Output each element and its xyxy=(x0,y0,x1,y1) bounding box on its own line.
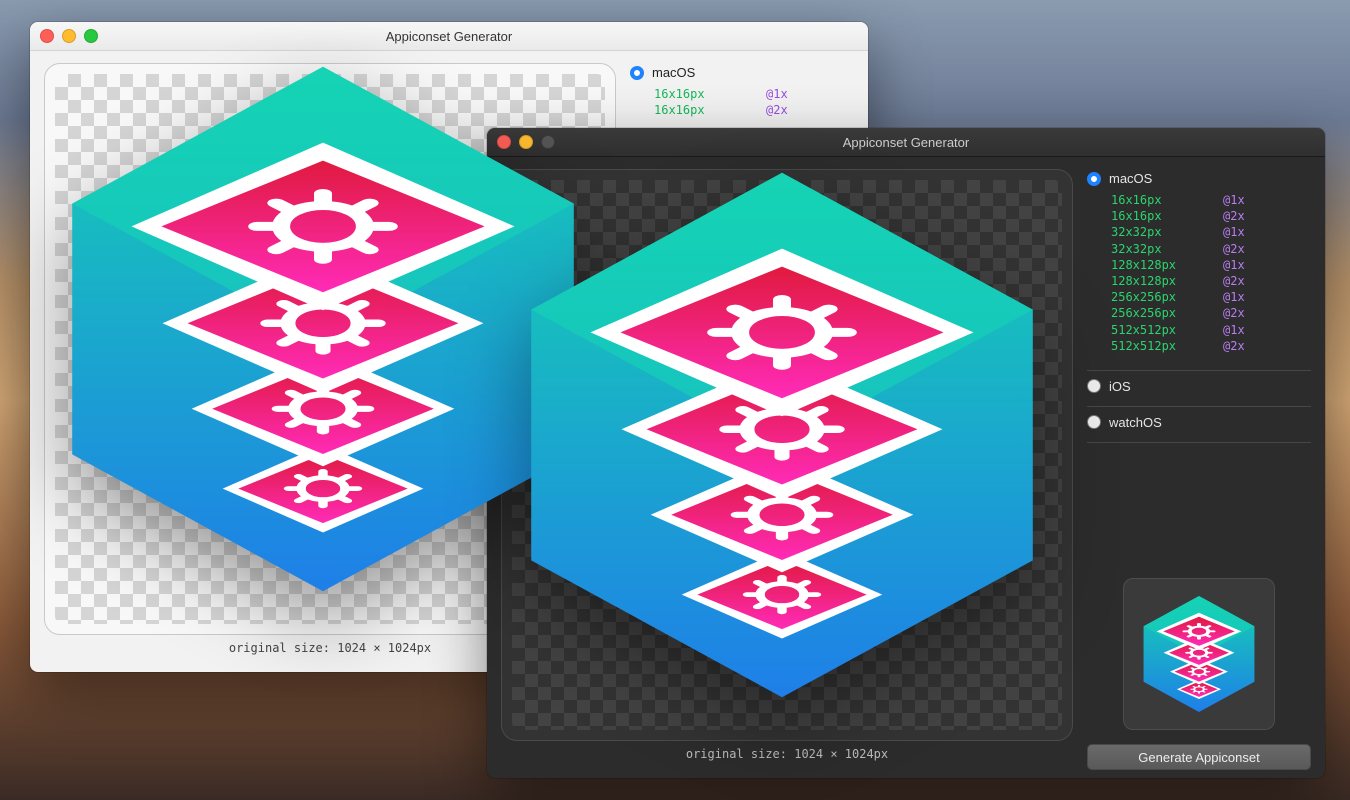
radio-unselected-icon[interactable] xyxy=(1087,379,1101,393)
original-size-caption: original size: 1024 × 1024px xyxy=(229,641,431,655)
scale-value: @2x xyxy=(1223,208,1245,224)
platform-watchos[interactable]: watchOS xyxy=(1087,415,1311,430)
scale-value: @1x xyxy=(1223,322,1245,338)
divider xyxy=(1087,370,1311,371)
size-row: 16x16px @1x xyxy=(654,86,854,102)
scale-value: @2x xyxy=(766,102,788,118)
platform-label: watchOS xyxy=(1109,415,1162,430)
scale-value: @2x xyxy=(1223,305,1245,321)
original-size-caption: original size: 1024 × 1024px xyxy=(686,747,888,761)
platform-macos[interactable]: macOS xyxy=(630,65,854,80)
radio-unselected-icon[interactable] xyxy=(1087,415,1101,429)
window-title: Appiconset Generator xyxy=(487,135,1325,150)
size-row: 512x512px @2x xyxy=(1111,338,1311,354)
scale-value: @2x xyxy=(1223,338,1245,354)
platform-label: macOS xyxy=(1109,171,1152,186)
generate-button[interactable]: Generate Appiconset xyxy=(1087,744,1311,770)
size-value: 16x16px xyxy=(1111,192,1189,208)
size-row: 256x256px @1x xyxy=(1111,289,1311,305)
output-thumbnail xyxy=(1123,578,1275,730)
platform-label: iOS xyxy=(1109,379,1131,394)
size-value: 256x256px xyxy=(1111,289,1189,305)
generate-button-label: Generate Appiconset xyxy=(1138,750,1259,765)
size-value: 512x512px xyxy=(1111,338,1189,354)
size-value: 128x128px xyxy=(1111,257,1189,273)
platform-label: macOS xyxy=(652,65,695,80)
scale-value: @1x xyxy=(1223,289,1245,305)
window-title: Appiconset Generator xyxy=(30,29,868,44)
scale-value: @1x xyxy=(766,86,788,102)
close-icon[interactable] xyxy=(40,29,54,43)
size-row: 256x256px @2x xyxy=(1111,305,1311,321)
size-value: 16x16px xyxy=(654,86,732,102)
app-icon-large xyxy=(497,150,1067,723)
size-row: 128x128px @2x xyxy=(1111,273,1311,289)
size-value: 32x32px xyxy=(1111,224,1189,240)
zoom-icon[interactable] xyxy=(84,29,98,43)
size-row: 32x32px @1x xyxy=(1111,224,1311,240)
app-icon xyxy=(1136,591,1262,717)
size-value: 32x32px xyxy=(1111,241,1189,257)
divider xyxy=(1087,406,1311,407)
scale-value: @1x xyxy=(1223,224,1245,240)
platform-ios[interactable]: iOS xyxy=(1087,379,1311,394)
platform-macos[interactable]: macOS xyxy=(1087,171,1311,186)
size-row: 16x16px @2x xyxy=(1111,208,1311,224)
size-list: 16x16px @1x 16x16px @2x 32x32px @1x 32x32px @2x… xyxy=(1111,192,1311,354)
size-row: 32x32px @2x xyxy=(1111,241,1311,257)
radio-selected-icon[interactable] xyxy=(630,66,644,80)
divider xyxy=(1087,442,1311,443)
size-row: 512x512px @1x xyxy=(1111,322,1311,338)
size-row: 16x16px @1x xyxy=(1111,192,1311,208)
size-value: 256x256px xyxy=(1111,305,1189,321)
scale-value: @2x xyxy=(1223,241,1245,257)
scale-value: @1x xyxy=(1223,192,1245,208)
size-row: 16x16px @2x xyxy=(654,102,854,118)
scale-value: @1x xyxy=(1223,257,1245,273)
radio-selected-icon[interactable] xyxy=(1087,172,1101,186)
size-value: 16x16px xyxy=(1111,208,1189,224)
scale-value: @2x xyxy=(1223,273,1245,289)
size-row: 128x128px @1x xyxy=(1111,257,1311,273)
size-value: 16x16px xyxy=(654,102,732,118)
minimize-icon[interactable] xyxy=(62,29,76,43)
size-value: 128x128px xyxy=(1111,273,1189,289)
size-value: 512x512px xyxy=(1111,322,1189,338)
